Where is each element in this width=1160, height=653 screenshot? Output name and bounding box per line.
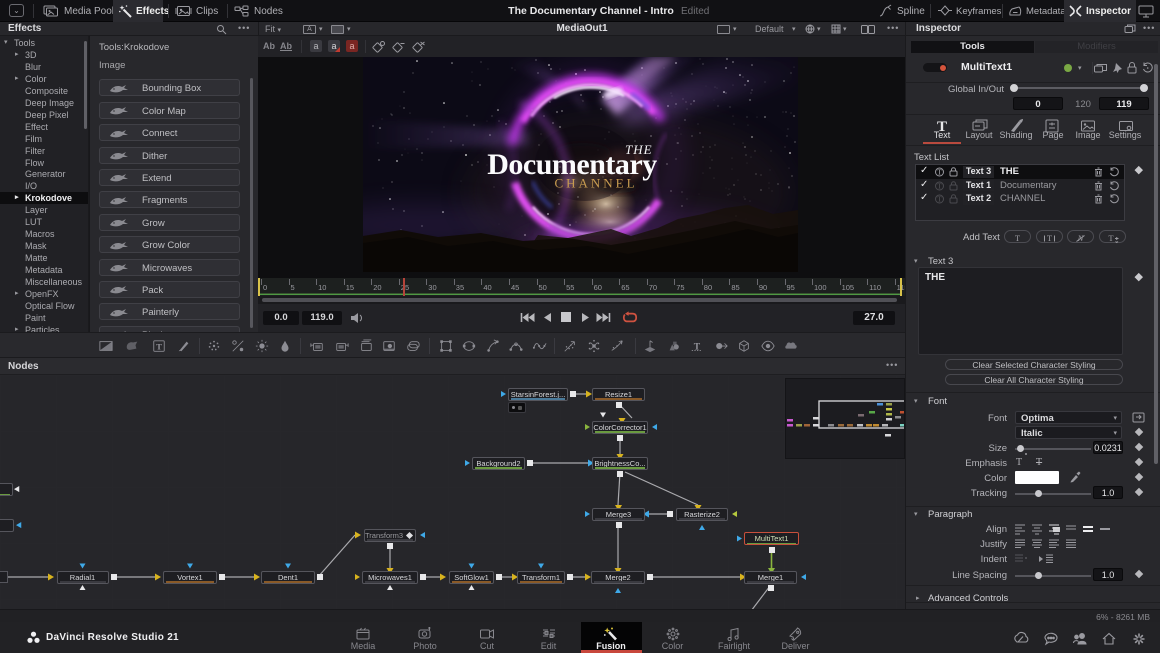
svg-text:T: T bbox=[937, 169, 942, 177]
svg-text:T: T bbox=[1015, 233, 1021, 243]
svg-text:T: T bbox=[694, 342, 701, 353]
svg-text:T: T bbox=[937, 196, 942, 204]
svg-text:CHANNEL: CHANNEL bbox=[554, 176, 637, 191]
svg-text:T: T bbox=[156, 342, 162, 352]
svg-text:T: T bbox=[937, 182, 942, 190]
svg-text:T: T bbox=[1046, 233, 1052, 243]
svg-text:T: T bbox=[1108, 233, 1114, 243]
